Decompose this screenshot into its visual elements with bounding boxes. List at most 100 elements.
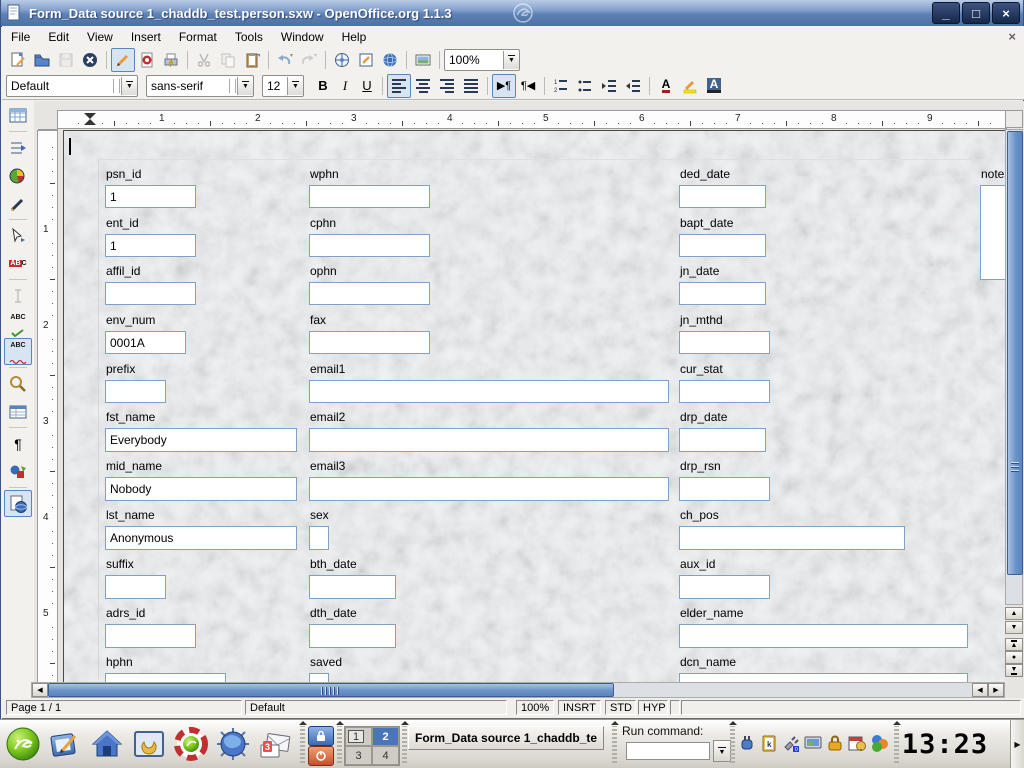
field-input[interactable] (309, 624, 396, 648)
field-input[interactable] (679, 575, 770, 599)
field-input[interactable] (105, 234, 196, 257)
vertical-ruler[interactable]: 12345 (37, 130, 58, 683)
applet-handle[interactable] (894, 726, 899, 763)
field-input[interactable] (679, 282, 766, 305)
edit-file-icon[interactable] (111, 48, 135, 72)
field-input[interactable] (679, 624, 968, 648)
nonprinting-characters-icon[interactable]: ¶ (4, 430, 32, 457)
field-input[interactable] (980, 185, 1005, 280)
align-left-icon[interactable] (387, 74, 411, 98)
field-input[interactable] (309, 331, 430, 354)
run-command-input[interactable] (626, 742, 710, 760)
bold-button[interactable]: B (312, 75, 334, 97)
menu-item[interactable]: Tools (226, 28, 272, 46)
field-input[interactable] (105, 477, 297, 501)
field-input[interactable] (679, 185, 766, 208)
indent-marker-bottom[interactable] (84, 119, 96, 125)
insert-object-icon[interactable] (4, 162, 32, 189)
vertical-scrollbar-thumb[interactable] (1007, 131, 1023, 575)
field-input[interactable] (679, 428, 766, 452)
field-input[interactable] (309, 428, 669, 452)
field-input[interactable] (309, 575, 396, 599)
size-dropdown-icon[interactable]: ▼ (287, 77, 303, 95)
redo-icon[interactable] (297, 48, 321, 72)
navigator-icon[interactable] (330, 48, 354, 72)
konsole-shell-icon[interactable] (130, 725, 168, 763)
applet-handle[interactable] (612, 726, 617, 763)
online-layout-icon[interactable] (4, 490, 32, 517)
paste-icon[interactable] (240, 48, 264, 72)
applet-handle[interactable] (337, 726, 342, 763)
stylist-icon[interactable] (354, 48, 378, 72)
menu-item[interactable]: Edit (39, 28, 78, 46)
run-command-dropdown-icon[interactable]: ▼ (713, 740, 731, 762)
lock-session-icon[interactable] (308, 726, 334, 746)
stop-icon[interactable] (78, 48, 102, 72)
data-sources-icon[interactable] (4, 398, 32, 425)
network-plug-icon[interactable]: 0 (780, 728, 802, 758)
field-input[interactable] (105, 380, 166, 403)
direct-cursor-icon[interactable] (4, 282, 32, 309)
scroll-down-icon[interactable]: ▼ (1005, 621, 1023, 634)
field-input[interactable] (105, 185, 196, 208)
kwallet-icon[interactable] (824, 728, 846, 758)
font-color-icon[interactable]: A (654, 74, 678, 98)
font-dropdown-icon[interactable]: ▼ (237, 77, 253, 95)
logout-icon[interactable] (308, 746, 334, 766)
font-name-select[interactable]: sans-serif ▼ (146, 75, 254, 97)
zoom-select[interactable]: 100% ▼ (444, 49, 520, 71)
underline-button[interactable]: U (356, 75, 378, 97)
export-pdf-icon[interactable] (135, 48, 159, 72)
web-browser-icon[interactable] (214, 725, 252, 763)
insert-table-icon[interactable] (4, 102, 32, 129)
pager-desktop[interactable]: 2 (372, 727, 399, 746)
draw-functions-icon[interactable] (4, 190, 32, 217)
menu-item[interactable]: Help (333, 28, 376, 46)
right-to-left-icon[interactable]: ¶◀ (516, 74, 540, 98)
pager-desktop[interactable]: 1 (345, 727, 372, 746)
gallery-icon[interactable] (411, 48, 435, 72)
font-size-select[interactable]: 12 ▼ (262, 75, 304, 97)
vertical-scrollbar[interactable]: ▲ ▼ ▲ ● ▼ (1005, 110, 1023, 682)
new-document-icon[interactable] (6, 48, 30, 72)
klipper-icon[interactable]: k (758, 728, 780, 758)
field-input[interactable] (309, 185, 430, 208)
scroll-left-icon[interactable]: ◀ (32, 683, 48, 697)
italic-button[interactable]: I (334, 75, 356, 97)
decrease-indent-icon[interactable] (597, 74, 621, 98)
style-dropdown-icon[interactable]: ▼ (121, 77, 137, 95)
field-input[interactable] (105, 624, 196, 648)
maximize-button[interactable]: □ (962, 2, 990, 24)
applet-handle[interactable] (300, 726, 305, 763)
field-input[interactable] (309, 380, 669, 403)
field-input[interactable] (105, 526, 297, 550)
paragraph-style-select[interactable]: Default ▼ (6, 75, 138, 97)
menu-item[interactable]: Window (272, 28, 333, 46)
scroll-left-end-icon[interactable]: ◀ (972, 683, 988, 697)
copy-icon[interactable] (216, 48, 240, 72)
field-input[interactable] (105, 331, 186, 354)
status-hyperlink-mode[interactable]: HYP (638, 700, 668, 715)
graphics-on-off-icon[interactable] (4, 458, 32, 485)
field-input[interactable] (309, 234, 430, 257)
panel-hide-icon[interactable]: ▶ (1010, 720, 1024, 768)
field-input[interactable] (679, 234, 766, 257)
increase-indent-icon[interactable] (621, 74, 645, 98)
previous-page-icon[interactable]: ▲ (1005, 638, 1023, 651)
navigation-icon[interactable]: ● (1005, 651, 1023, 664)
mail-icon[interactable]: 3 (256, 725, 294, 763)
undo-icon[interactable] (273, 48, 297, 72)
pager-desktop[interactable]: 3 (345, 746, 372, 765)
field-input[interactable] (309, 477, 669, 501)
minimize-button[interactable]: _ (932, 2, 960, 24)
field-input[interactable] (679, 331, 770, 354)
autotext-icon[interactable]: ABC (4, 250, 32, 277)
highlighting-icon[interactable] (678, 74, 702, 98)
panel-clock[interactable]: 13:23 (905, 728, 985, 760)
align-right-icon[interactable] (435, 74, 459, 98)
titlebar[interactable]: Form_Data source 1_chaddb_test.person.sx… (1, 0, 1023, 27)
numbering-icon[interactable]: 12 (549, 74, 573, 98)
colored-balls-icon[interactable] (868, 728, 890, 758)
menu-item[interactable]: Format (170, 28, 226, 46)
power-manager-icon[interactable] (736, 728, 758, 758)
